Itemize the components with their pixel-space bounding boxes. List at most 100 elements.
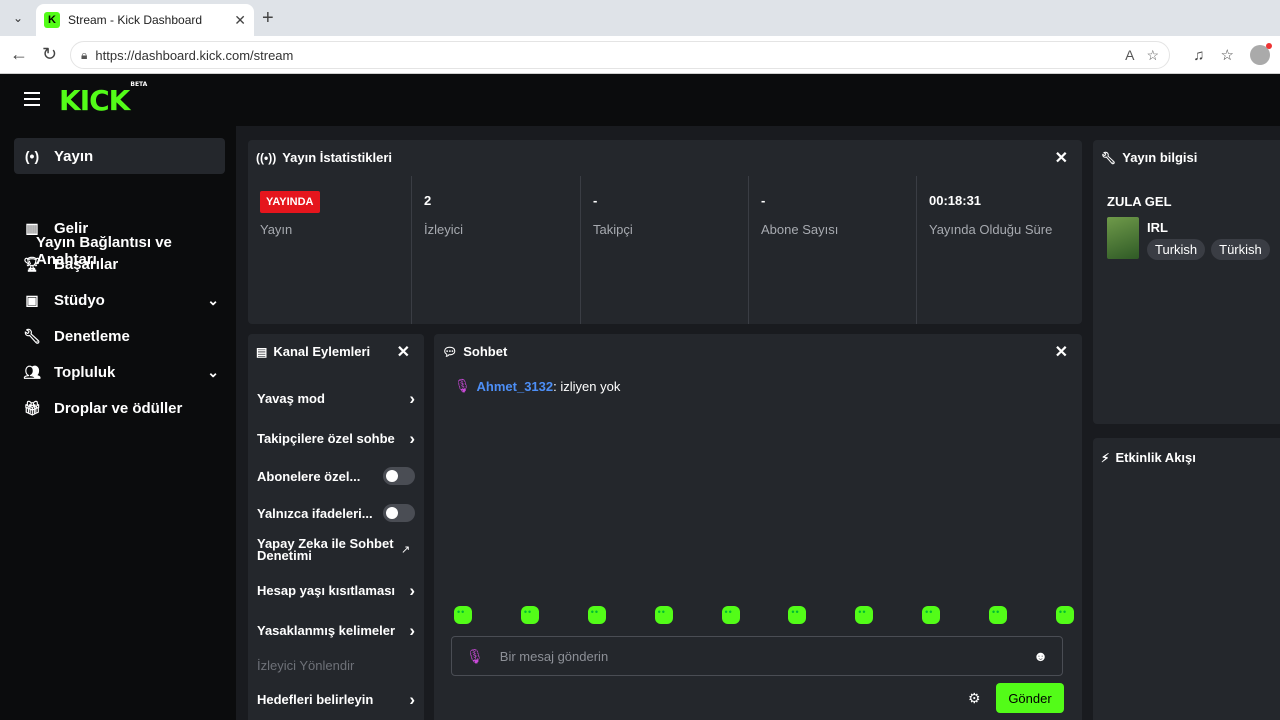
favorites-icon[interactable]: ☆: [1221, 46, 1234, 64]
external-link-icon[interactable]: ↗: [401, 543, 410, 556]
microphone-badge-icon: 🎙︎: [454, 378, 471, 393]
tab-close-icon[interactable]: ✕: [234, 12, 246, 29]
chat-message: 🎙︎ Ahmet_3132 : izliyen yok: [454, 378, 620, 394]
send-button[interactable]: Gönder: [996, 683, 1064, 713]
sidebar-item-studyo[interactable]: ▣ Stüdyo ⌄: [14, 282, 225, 318]
stat-value: -: [761, 193, 766, 208]
emote-icon[interactable]: [654, 606, 673, 624]
sidebar-item-label: Başarılar: [54, 255, 119, 273]
action-set-goals[interactable]: Hedefleri belirleyin ›: [257, 690, 415, 709]
chat-bubble-icon: 💬︎: [442, 344, 458, 359]
stat-subscribers: - Abone Sayısı: [749, 176, 917, 324]
panel-header: ((•)) Yayın İstatistikleri: [256, 150, 392, 165]
panel-title: Etkinlik Akışı: [1115, 450, 1196, 465]
browser-tabbar: ⌄ K Stream - Kick Dashboard ✕ +: [0, 0, 1280, 36]
tag: Turkish: [1147, 239, 1206, 260]
close-icon[interactable]: ✕: [1055, 342, 1068, 362]
emote-icon[interactable]: [855, 606, 874, 624]
close-icon[interactable]: ✕: [1055, 148, 1068, 168]
panel-title: Yayın bilgisi: [1122, 150, 1198, 165]
emote-icon[interactable]: [788, 606, 807, 624]
emote-icon[interactable]: [454, 606, 472, 624]
sidebar: (•) Yayın Yayın Bağlantısı ve Anahtarı ▥…: [4, 126, 236, 720]
chat-panel: 💬︎ Sohbet ✕ 🎙︎ Ahmet_3132 : izliyen yok: [434, 334, 1082, 720]
kick-dashboard: KICKBETA (•) Yayın Yayın Bağlantısı ve A…: [4, 74, 1280, 720]
broadcast-icon: (•): [24, 148, 40, 164]
sidebar-item-yayin[interactable]: (•) Yayın: [14, 138, 225, 174]
emote-icon[interactable]: [520, 606, 539, 624]
sidebar-item-basarilar[interactable]: 🏆︎ Başarılar: [14, 246, 225, 282]
address-bar-row: ← ↻ 🔒︎ https://dashboard.kick.com/stream…: [0, 36, 1280, 74]
action-label: Yasaklanmış kelimeler: [257, 623, 396, 638]
emotes-only-toggle[interactable]: [383, 504, 415, 522]
action-slow-mode[interactable]: Yavaş mod ›: [257, 389, 415, 408]
kick-logo[interactable]: KICKBETA: [59, 81, 147, 117]
reload-icon[interactable]: ↻: [42, 44, 57, 65]
channel-actions-panel: ▤ Kanal Eylemleri ✕ Yavaş mod › Takipçil…: [248, 334, 424, 720]
emote-icon[interactable]: [1055, 606, 1074, 624]
stat-label: İzleyici: [424, 222, 464, 237]
sidebar-item-label: Stüdyo: [54, 291, 105, 309]
action-ai-moderation[interactable]: Yapay Zeka ile Sohbet Denetimi: [257, 537, 401, 562]
stream-info-panel: 🔧︎ Yayın bilgisi ZULA GEL IRL Turkish Tü…: [1093, 140, 1280, 424]
emote-icon[interactable]: [587, 606, 606, 624]
emote-icon[interactable]: [721, 606, 740, 624]
emote-icon[interactable]: [989, 606, 1007, 624]
chevron-down-icon[interactable]: ⌄: [207, 292, 219, 309]
sidebar-item-denetleme[interactable]: 🔧︎ Denetleme: [14, 318, 225, 354]
chat-message-input[interactable]: [499, 648, 1020, 664]
close-icon[interactable]: ✕: [397, 342, 410, 362]
action-label: Abonelere özel...: [257, 469, 361, 484]
sidebar-item-droplar[interactable]: 🎁︎ Droplar ve ödüller: [14, 390, 225, 426]
chevron-right-icon: ›: [409, 621, 415, 640]
action-account-age[interactable]: Hesap yaşı kısıtlaması ›: [257, 581, 415, 600]
favorite-star-icon[interactable]: ☆: [1146, 47, 1159, 64]
chevron-right-icon: ›: [409, 690, 415, 709]
stat-label: Yayında Olduğu Süre: [929, 222, 1053, 237]
panel-title: Yayın İstatistikleri: [282, 150, 393, 165]
chat-settings-gear-icon[interactable]: ⚙: [968, 690, 981, 707]
action-followers-only[interactable]: Takipçilere özel sohbe ›: [257, 429, 415, 448]
action-banned-words[interactable]: Yasaklanmış kelimeler ›: [257, 621, 415, 640]
emote-icon[interactable]: [922, 606, 941, 624]
panel-header: 💬︎ Sohbet: [442, 344, 507, 359]
live-badge: YAYINDA: [260, 191, 320, 213]
microphone-icon: 🎙︎: [466, 647, 484, 664]
media-icon[interactable]: ♫: [1193, 47, 1204, 64]
action-label: Yavaş mod: [257, 391, 325, 406]
stat-value: 2: [424, 193, 432, 208]
read-aloud-icon[interactable]: A: [1125, 47, 1134, 64]
action-subscribers-only: Abonelere özel...: [257, 467, 415, 485]
studio-icon: ▣: [25, 291, 39, 308]
chevron-down-icon[interactable]: ⌄: [207, 364, 219, 381]
action-label: Yalnızca ifadeleri...: [257, 506, 373, 521]
subscribers-only-toggle[interactable]: [383, 467, 415, 485]
url-bar[interactable]: 🔒︎ https://dashboard.kick.com/stream A ☆: [70, 41, 1170, 69]
browser-tab[interactable]: K Stream - Kick Dashboard ✕: [36, 4, 254, 36]
chat-username[interactable]: Ahmet_3132: [477, 379, 554, 394]
sidebar-item-topluluk[interactable]: 👥︎ Topluluk ⌄: [14, 354, 225, 390]
emoji-icon[interactable]: ☻: [1033, 648, 1048, 664]
menu-icon[interactable]: [24, 92, 40, 106]
tab-list-chevron-icon[interactable]: ⌄: [6, 7, 30, 29]
back-icon[interactable]: ←: [10, 44, 28, 65]
tag: Türkish: [1211, 239, 1270, 260]
tab-title: Stream - Kick Dashboard: [68, 13, 203, 27]
activity-feed-panel: ⚡︎ Etkinlik Akışı: [1093, 438, 1280, 720]
trophy-icon: 🏆︎: [23, 255, 41, 272]
chevron-right-icon: ›: [409, 581, 415, 600]
chat-message-text: : izliyen yok: [553, 378, 621, 394]
stat-label: Abone Sayısı: [761, 222, 839, 237]
sidebar-item-gelir[interactable]: ▥ Gelir: [14, 210, 225, 246]
action-label: Hedefleri belirleyin: [257, 692, 374, 707]
new-tab-icon[interactable]: +: [262, 8, 274, 28]
site-info-icon[interactable]: 🔒︎: [81, 48, 87, 63]
chevron-right-icon: ›: [409, 389, 415, 408]
profile-avatar[interactable]: [1250, 43, 1272, 65]
sidebar-item-label: Droplar ve ödüller: [54, 399, 183, 417]
url-text: https://dashboard.kick.com/stream: [95, 47, 294, 63]
topbar: KICKBETA: [4, 74, 1280, 126]
emote-bar: [454, 606, 1074, 624]
category-name: IRL: [1147, 220, 1168, 235]
action-label: Takipçilere özel sohbe: [257, 431, 395, 446]
